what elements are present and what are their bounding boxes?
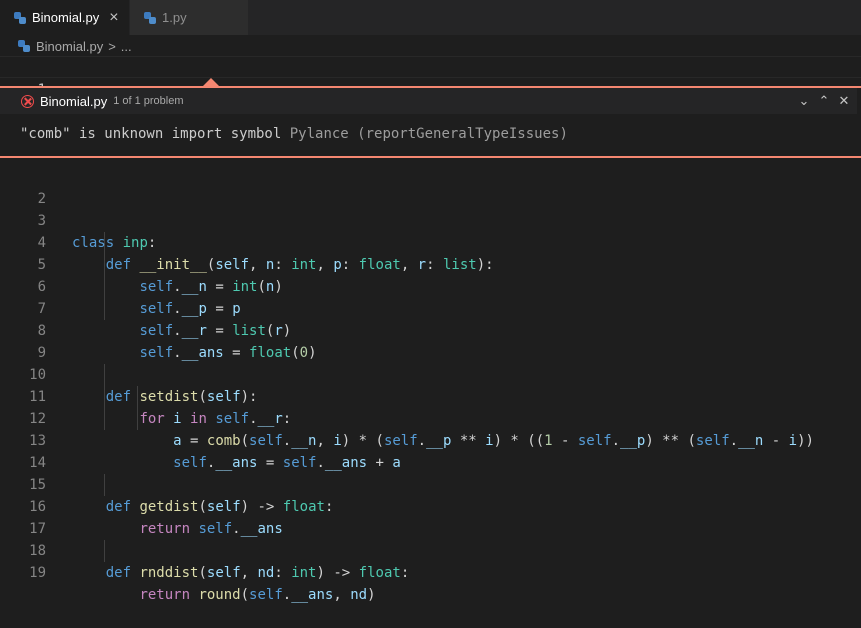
python-file-icon: [18, 40, 30, 52]
problem-text: "comb" is unknown import symbol: [20, 126, 282, 142]
breadcrumb-separator: >: [108, 38, 116, 54]
code-line: 16 return self.__ans: [0, 474, 861, 537]
code-line: 15 def getdist(self) -> float:: [0, 452, 861, 515]
line-number: 19: [29, 565, 46, 581]
problem-count: 1 of 1 problem: [113, 95, 184, 107]
problem-peek-widget: Binomial.py 1 of 1 problem ⌄ ⌃ ✕ "comb" …: [0, 86, 861, 158]
breadcrumb-file[interactable]: Binomial.py: [36, 39, 103, 54]
chevron-up-icon[interactable]: ⌃: [817, 92, 831, 110]
code-line: 18 def rnddist(self, nd: int) -> float:: [0, 518, 861, 581]
chevron-down-icon[interactable]: ⌄: [797, 92, 811, 110]
code-text: def rnddist(self, nd: int) -> float:: [105, 565, 410, 581]
code-line: 12 a = comb(self.__n, i) * (self.__p ** …: [0, 386, 861, 449]
breadcrumb-more[interactable]: ...: [121, 39, 132, 54]
code-line: 17: [0, 496, 861, 537]
code-line: 9: [0, 320, 861, 361]
peek-file-name: Binomial.py: [40, 93, 108, 109]
code-line: 8 self.__ans = float(0): [0, 298, 861, 361]
tab-label: Binomial.py: [32, 10, 100, 25]
code-line: 4 def __init__(self, n: int, p: float, r…: [0, 210, 861, 273]
code-line: 1 from math import comb: [0, 56, 861, 121]
tab-label: 1.py: [162, 10, 187, 25]
problem-source[interactable]: Pylance (reportGeneralTypeIssues): [290, 126, 568, 142]
code-text: return round(self.__ans, nd): [139, 587, 376, 603]
problem-message: "comb" is unknown import symbol Pylance …: [20, 126, 568, 142]
close-icon[interactable]: ✕: [837, 92, 851, 110]
code-line: 3 class inp:: [0, 188, 861, 251]
python-file-icon: [14, 11, 26, 24]
code-line: 14: [0, 430, 861, 471]
tab-1py[interactable]: 1.py: [129, 0, 248, 35]
peek-header: Binomial.py 1 of 1 problem ⌄ ⌃ ✕: [0, 88, 857, 114]
error-icon: [21, 94, 34, 108]
code-line: 5 self.__n = int(n): [0, 232, 861, 295]
breadcrumb: Binomial.py > ...: [18, 36, 132, 56]
code-line: 19 return round(self.__ans, nd): [0, 540, 861, 603]
code-line: 2: [0, 166, 861, 207]
tab-bar: Binomial.py × 1.py: [0, 0, 861, 35]
code-line: 11 for i in self.__r:: [0, 364, 861, 427]
code-line: 10 def setdist(self):: [0, 342, 861, 405]
code-line: 7 self.__r = list(r): [0, 276, 861, 339]
peek-actions: ⌄ ⌃ ✕: [797, 92, 851, 110]
tab-binomial[interactable]: Binomial.py ×: [0, 0, 129, 35]
code-line: 6 self.__p = p: [0, 254, 861, 317]
close-icon[interactable]: ×: [109, 9, 118, 26]
peek-pointer: [203, 78, 219, 86]
code-line: 13 self.__ans = self.__ans + a: [0, 408, 861, 471]
python-file-icon: [144, 11, 156, 24]
